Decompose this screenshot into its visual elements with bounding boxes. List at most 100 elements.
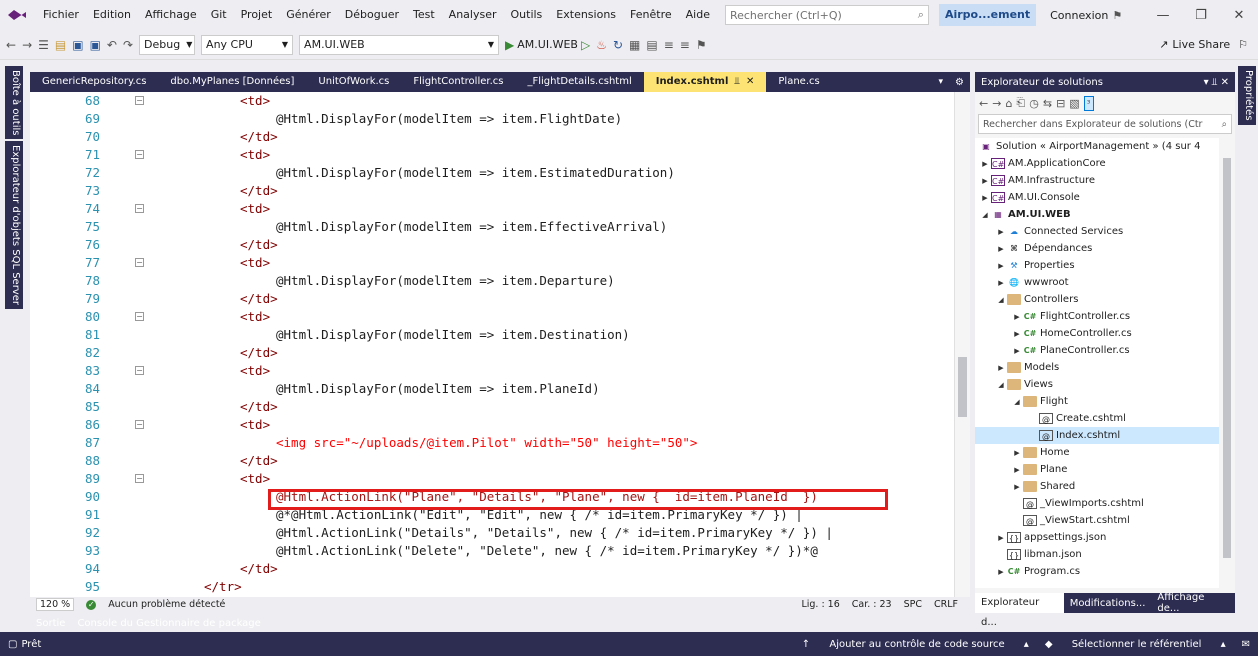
back-icon[interactable]: ← <box>6 38 16 52</box>
tree-node-solution[interactable]: ▣ Solution « AirportManagement » (4 sur 4 <box>975 138 1219 155</box>
start-debug-button[interactable]: ▶ <box>505 38 514 52</box>
tab-output[interactable]: Sortie <box>30 618 71 629</box>
expand-icon[interactable]: ▶ <box>995 241 1007 258</box>
menu-projet[interactable]: Projet <box>234 0 280 30</box>
sign-in-link[interactable]: Connexion <box>1050 9 1108 22</box>
live-share-button[interactable]: ↗ Live Share <box>1159 38 1230 51</box>
tree-node-file[interactable]: @ _ViewImports.cshtml <box>975 495 1219 512</box>
tab-generic-repository[interactable]: GenericRepository.cs <box>30 72 158 92</box>
toolbar-step-icon[interactable]: ≡ <box>664 38 674 52</box>
tree-node-file[interactable]: @ _ViewStart.cshtml <box>975 512 1219 529</box>
tree-node-folder[interactable]: ◢ Controllers <box>975 291 1219 308</box>
configuration-select[interactable]: Debug ▼ <box>139 34 196 55</box>
editor-scroll-thumb[interactable] <box>958 357 967 417</box>
platform-select[interactable]: Any CPU ▼ <box>201 34 294 55</box>
menu-affichage[interactable]: Affichage <box>138 0 204 30</box>
tab-flight-controller[interactable]: FlightController.cs <box>401 72 515 92</box>
tree-node-file[interactable]: ▶ C# Program.cs <box>975 563 1219 580</box>
menu-fenetre[interactable]: Fenêtre <box>623 0 679 30</box>
tab-settings-icon[interactable]: ⚙ <box>949 77 970 88</box>
forward-icon[interactable]: → <box>992 97 1001 110</box>
tree-node[interactable]: ▶ ⚒ Properties <box>975 257 1219 274</box>
fold-toggle-icon[interactable]: − <box>135 204 144 213</box>
collapse-icon[interactable]: ◢ <box>995 292 1007 309</box>
tree-node-project[interactable]: ◢ ▦ AM.UI.WEB <box>975 206 1219 223</box>
properties-tab[interactable]: Propriétés <box>1238 66 1256 125</box>
tree-node-file[interactable]: {} libman.json <box>975 546 1219 563</box>
expand-icon[interactable]: ▶ <box>979 156 991 173</box>
line-ending-indicator[interactable]: CRLF <box>934 599 958 610</box>
tree-node[interactable]: ▶ 🌐 wwwroot <box>975 274 1219 291</box>
toolbar-extra-icon[interactable]: ▦ <box>629 38 640 52</box>
start-without-debug-icon[interactable]: ▷ <box>581 38 590 52</box>
sql-server-explorer-tab[interactable]: Explorateur d'objets SQL Server <box>5 141 23 310</box>
select-repository-button[interactable]: ◆ Sélectionner le référentiel ▴ <box>1045 639 1226 650</box>
collapse-icon[interactable]: ◢ <box>1011 394 1023 411</box>
comment-icon[interactable]: ≡ <box>680 38 690 52</box>
switch-views-icon[interactable]: ⎗ <box>1016 96 1025 110</box>
expand-icon[interactable]: ▶ <box>1011 445 1023 462</box>
tree-node-file[interactable]: ▶ C# HomeController.cs <box>975 325 1219 342</box>
code-editor[interactable]: 68 69 70 71 72 73 74 75 76 77 78 79 80 8… <box>30 92 970 597</box>
home-icon[interactable]: ⌂ <box>1005 97 1012 110</box>
solution-explorer-scroll-thumb[interactable] <box>1223 158 1231 558</box>
tab-class-view[interactable]: Affichage de... <box>1151 592 1235 614</box>
global-search-input[interactable]: Rechercher (Ctrl+Q) ⌕ <box>724 5 929 25</box>
output-window-icon[interactable]: ▢ <box>8 639 17 650</box>
expand-icon[interactable]: ▶ <box>995 360 1007 377</box>
fold-toggle-icon[interactable]: − <box>135 312 144 321</box>
expand-icon[interactable]: ▶ <box>1011 343 1023 360</box>
fold-toggle-icon[interactable]: − <box>135 420 144 429</box>
tab-overflow-icon[interactable]: ▾ <box>933 77 950 87</box>
bookmark-icon[interactable]: ⚑ <box>696 38 707 52</box>
expand-icon[interactable]: ▶ <box>995 275 1007 292</box>
tree-node-file[interactable]: @ Create.cshtml <box>975 410 1219 427</box>
tree-node-folder[interactable]: ▶ Plane <box>975 461 1219 478</box>
expand-icon[interactable]: ▶ <box>979 190 991 207</box>
account-icon[interactable]: ⚑ <box>1112 9 1122 22</box>
menu-test[interactable]: Test <box>406 0 442 30</box>
pin-icon[interactable]: ⫫ <box>734 76 740 87</box>
expand-icon[interactable]: ▶ <box>995 564 1007 581</box>
save-icon[interactable]: ▣ <box>72 38 83 52</box>
add-to-source-control-button[interactable]: ↑ Ajouter au contrôle de code source ▴ <box>802 639 1029 650</box>
redo-icon[interactable]: ↷ <box>123 38 133 52</box>
collapse-all-icon[interactable]: ⊟ <box>1056 97 1065 110</box>
tab-myplanes-data[interactable]: dbo.MyPlanes [Données] <box>158 72 306 92</box>
fold-toggle-icon[interactable]: − <box>135 474 144 483</box>
notifications-icon[interactable]: ✉ <box>1242 639 1250 650</box>
menu-extensions[interactable]: Extensions <box>549 0 623 30</box>
refresh-icon[interactable]: ↻ <box>613 38 623 52</box>
expand-icon[interactable]: ▶ <box>1011 462 1023 479</box>
back-icon[interactable]: ← <box>979 97 988 110</box>
minimize-icon[interactable]: — <box>1144 8 1182 23</box>
tree-node-project[interactable]: ▶ C# AM.Infrastructure <box>975 172 1219 189</box>
menu-outils[interactable]: Outils <box>504 0 550 30</box>
undo-icon[interactable]: ↶ <box>107 38 117 52</box>
tab-solution-explorer[interactable]: Explorateur d... <box>975 593 1064 628</box>
expand-icon[interactable]: ▶ <box>995 530 1007 547</box>
startup-project-select[interactable]: AM.UI.WEB ▼ <box>299 34 500 55</box>
tree-node-file-selected[interactable]: @ Index.cshtml <box>975 427 1219 444</box>
show-all-files-icon[interactable]: ▧ <box>1069 97 1079 110</box>
feedback-icon[interactable]: ⚐ <box>1238 38 1248 51</box>
expand-icon[interactable]: ▶ <box>995 224 1007 241</box>
tab-package-manager-console[interactable]: Console du Gestionnaire de package <box>71 618 266 629</box>
menu-aide[interactable]: Aide <box>679 0 717 30</box>
collapse-icon[interactable]: ◢ <box>995 377 1007 394</box>
tree-node[interactable]: ▶ ⌘ Dépendances <box>975 240 1219 257</box>
tree-node[interactable]: ▶ ☁ Connected Services <box>975 223 1219 240</box>
tab-plane-cs[interactable]: Plane.cs <box>766 72 831 92</box>
properties-icon[interactable]: ᵌ <box>1083 95 1094 111</box>
expand-icon[interactable]: ▶ <box>1011 309 1023 326</box>
restore-icon[interactable]: ❐ <box>1182 8 1220 23</box>
menu-analyser[interactable]: Analyser <box>442 0 504 30</box>
expand-icon[interactable]: ▶ <box>995 258 1007 275</box>
fold-toggle-icon[interactable]: − <box>135 96 144 105</box>
fold-toggle-icon[interactable]: − <box>135 366 144 375</box>
fold-toggle-icon[interactable]: − <box>135 258 144 267</box>
menu-deboguer[interactable]: Déboguer <box>338 0 406 30</box>
run-target-label[interactable]: AM.UI.WEB <box>517 38 578 51</box>
save-all-icon[interactable]: ▣ <box>90 38 101 52</box>
tree-node-folder[interactable]: ▶ Home <box>975 444 1219 461</box>
